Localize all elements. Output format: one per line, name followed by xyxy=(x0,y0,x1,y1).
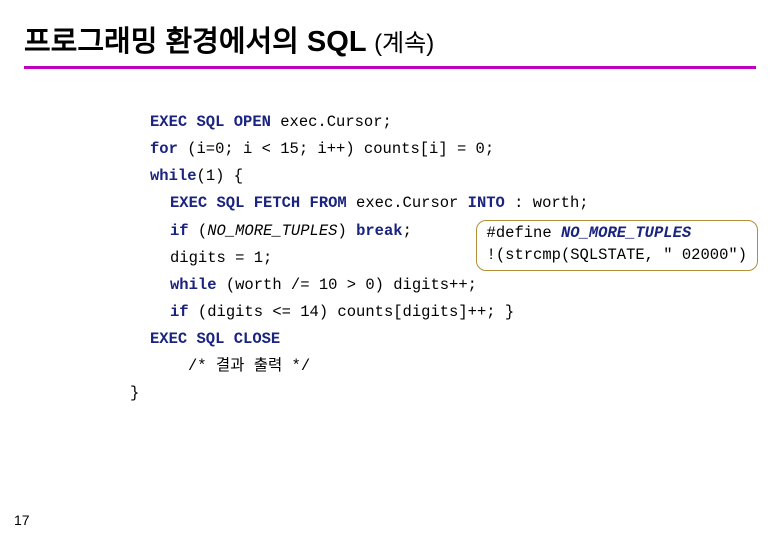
title-main: 프로그래밍 환경에서의 SQL xyxy=(24,26,374,58)
code-text: exec.Cursor; xyxy=(271,113,392,131)
code-line: while(1) { xyxy=(150,163,756,190)
code-line: EXEC SQL OPEN exec.Cursor; xyxy=(150,109,756,136)
code-text: ; xyxy=(403,222,412,240)
title-continuation: (계속) xyxy=(374,30,434,57)
code-text: (1) { xyxy=(197,167,244,185)
code-line: EXEC SQL FETCH FROM exec.Cursor INTO : w… xyxy=(150,190,756,217)
keyword: for xyxy=(150,140,178,158)
callout-text: !(strcmp(SQLSTATE, " 02000") xyxy=(487,246,747,264)
slide: 프로그래밍 환경에서의 SQL (계속) EXEC SQL OPEN exec.… xyxy=(0,0,780,540)
code-block: EXEC SQL OPEN exec.Cursor; for (i=0; i <… xyxy=(150,109,756,380)
code-line: for (i=0; i < 15; i++) counts[i] = 0; xyxy=(150,136,756,163)
macro-name: NO_MORE_TUPLES xyxy=(561,224,691,242)
keyword: break xyxy=(356,222,403,240)
keyword: INTO xyxy=(468,194,505,212)
code-text: exec.Cursor xyxy=(347,194,468,212)
keyword: EXEC SQL CLOSE xyxy=(150,330,280,348)
code-text: (worth /= 10 > 0) digits++; xyxy=(217,276,477,294)
keyword: while xyxy=(170,276,217,294)
keyword: EXEC SQL OPEN xyxy=(150,113,271,131)
code-line: while (worth /= 10 > 0) digits++; xyxy=(150,272,756,299)
code-text: digits = 1; xyxy=(170,249,272,267)
keyword: EXEC SQL FETCH FROM xyxy=(170,194,347,212)
comment-text: /* 결과 출력 */ xyxy=(188,357,310,375)
code-text: (i=0; i < 15; i++) counts[i] = 0; xyxy=(178,140,494,158)
keyword: if xyxy=(170,303,189,321)
code-text: ) xyxy=(337,222,356,240)
keyword: while xyxy=(150,167,197,185)
code-text: (digits <= 14) counts[digits]++; } xyxy=(189,303,515,321)
keyword: if xyxy=(170,222,189,240)
slide-title: 프로그래밍 환경에서의 SQL (계속) xyxy=(24,18,756,69)
code-line: /* 결과 출력 */ xyxy=(150,353,756,380)
macro-name: NO_MORE_TUPLES xyxy=(207,222,337,240)
code-line: EXEC SQL CLOSE xyxy=(150,326,756,353)
page-number: 17 xyxy=(14,512,30,528)
code-line: if (digits <= 14) counts[digits]++; } xyxy=(150,299,756,326)
callout-text: #define xyxy=(487,224,561,242)
macro-callout: #define NO_MORE_TUPLES !(strcmp(SQLSTATE… xyxy=(476,220,758,271)
code-text: ( xyxy=(189,222,208,240)
code-text: : worth; xyxy=(505,194,589,212)
closing-brace: } xyxy=(130,384,756,402)
